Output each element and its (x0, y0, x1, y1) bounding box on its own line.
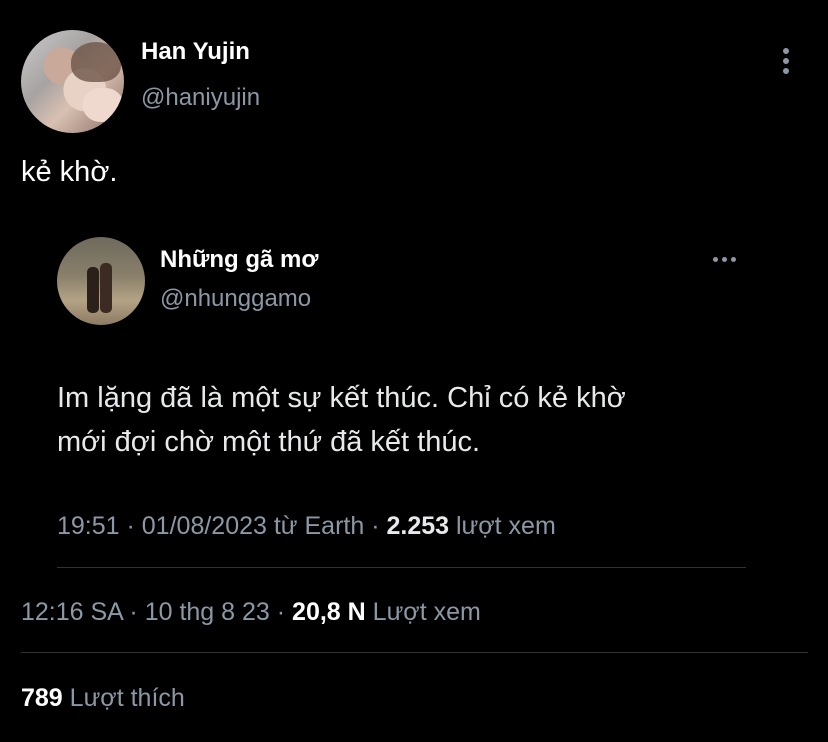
quoted-author-handle[interactable]: @nhunggamo (160, 285, 311, 313)
quoted-text-line-1: Im lặng đã là một sự kết thúc. Chỉ có kẻ… (57, 382, 626, 414)
stats-divider (21, 652, 808, 653)
author-handle[interactable]: @haniyujin (141, 84, 260, 112)
avatar-figure-left (87, 267, 99, 313)
tweet-views-count: 20,8 N (292, 598, 366, 626)
quoted-tweet-text[interactable]: Im lặng đã là một sự kết thúc. Chỉ có kẻ… (57, 376, 747, 464)
author-name[interactable]: Han Yujin (141, 38, 250, 66)
quoted-views-count: 2.253 (386, 512, 450, 540)
avatar-hair (71, 42, 121, 82)
likes-label: Lượt thích (69, 684, 185, 712)
quoted-date: 01/08/2023 (141, 512, 267, 540)
quoted-time: 19:51 (57, 512, 120, 540)
likes-stat[interactable]: 789 Lượt thích (21, 684, 185, 713)
quoted-source: từ Earth (273, 512, 365, 540)
quoted-views-label: lượt xem (455, 512, 556, 540)
tweet-text: kẻ khờ. (21, 156, 118, 188)
more-vertical-icon[interactable] (775, 48, 797, 78)
tweet-meta: 12:16 SA · 10 thg 8 23 · 20,8 N Lượt xem (21, 598, 481, 626)
quoted-text-line-2: mới đợi chờ một thứ đã kết thúc. (57, 426, 481, 458)
tweet-date: 10 thg 8 23 (144, 598, 270, 626)
quoted-author-name[interactable]: Những gã mơ (160, 246, 318, 274)
likes-count: 789 (21, 684, 63, 712)
author-avatar[interactable] (21, 30, 124, 133)
avatar-hand (83, 88, 123, 122)
more-horizontal-icon[interactable] (713, 253, 743, 265)
quoted-divider (57, 567, 746, 568)
tweet-views-label: Lượt xem (372, 598, 481, 626)
tweet-time: 12:16 SA (21, 598, 123, 626)
quoted-avatar[interactable] (57, 237, 145, 325)
quoted-meta: 19:51 · 01/08/2023 từ Earth · 2.253 lượt… (57, 512, 556, 540)
avatar-figure-right (100, 263, 112, 313)
